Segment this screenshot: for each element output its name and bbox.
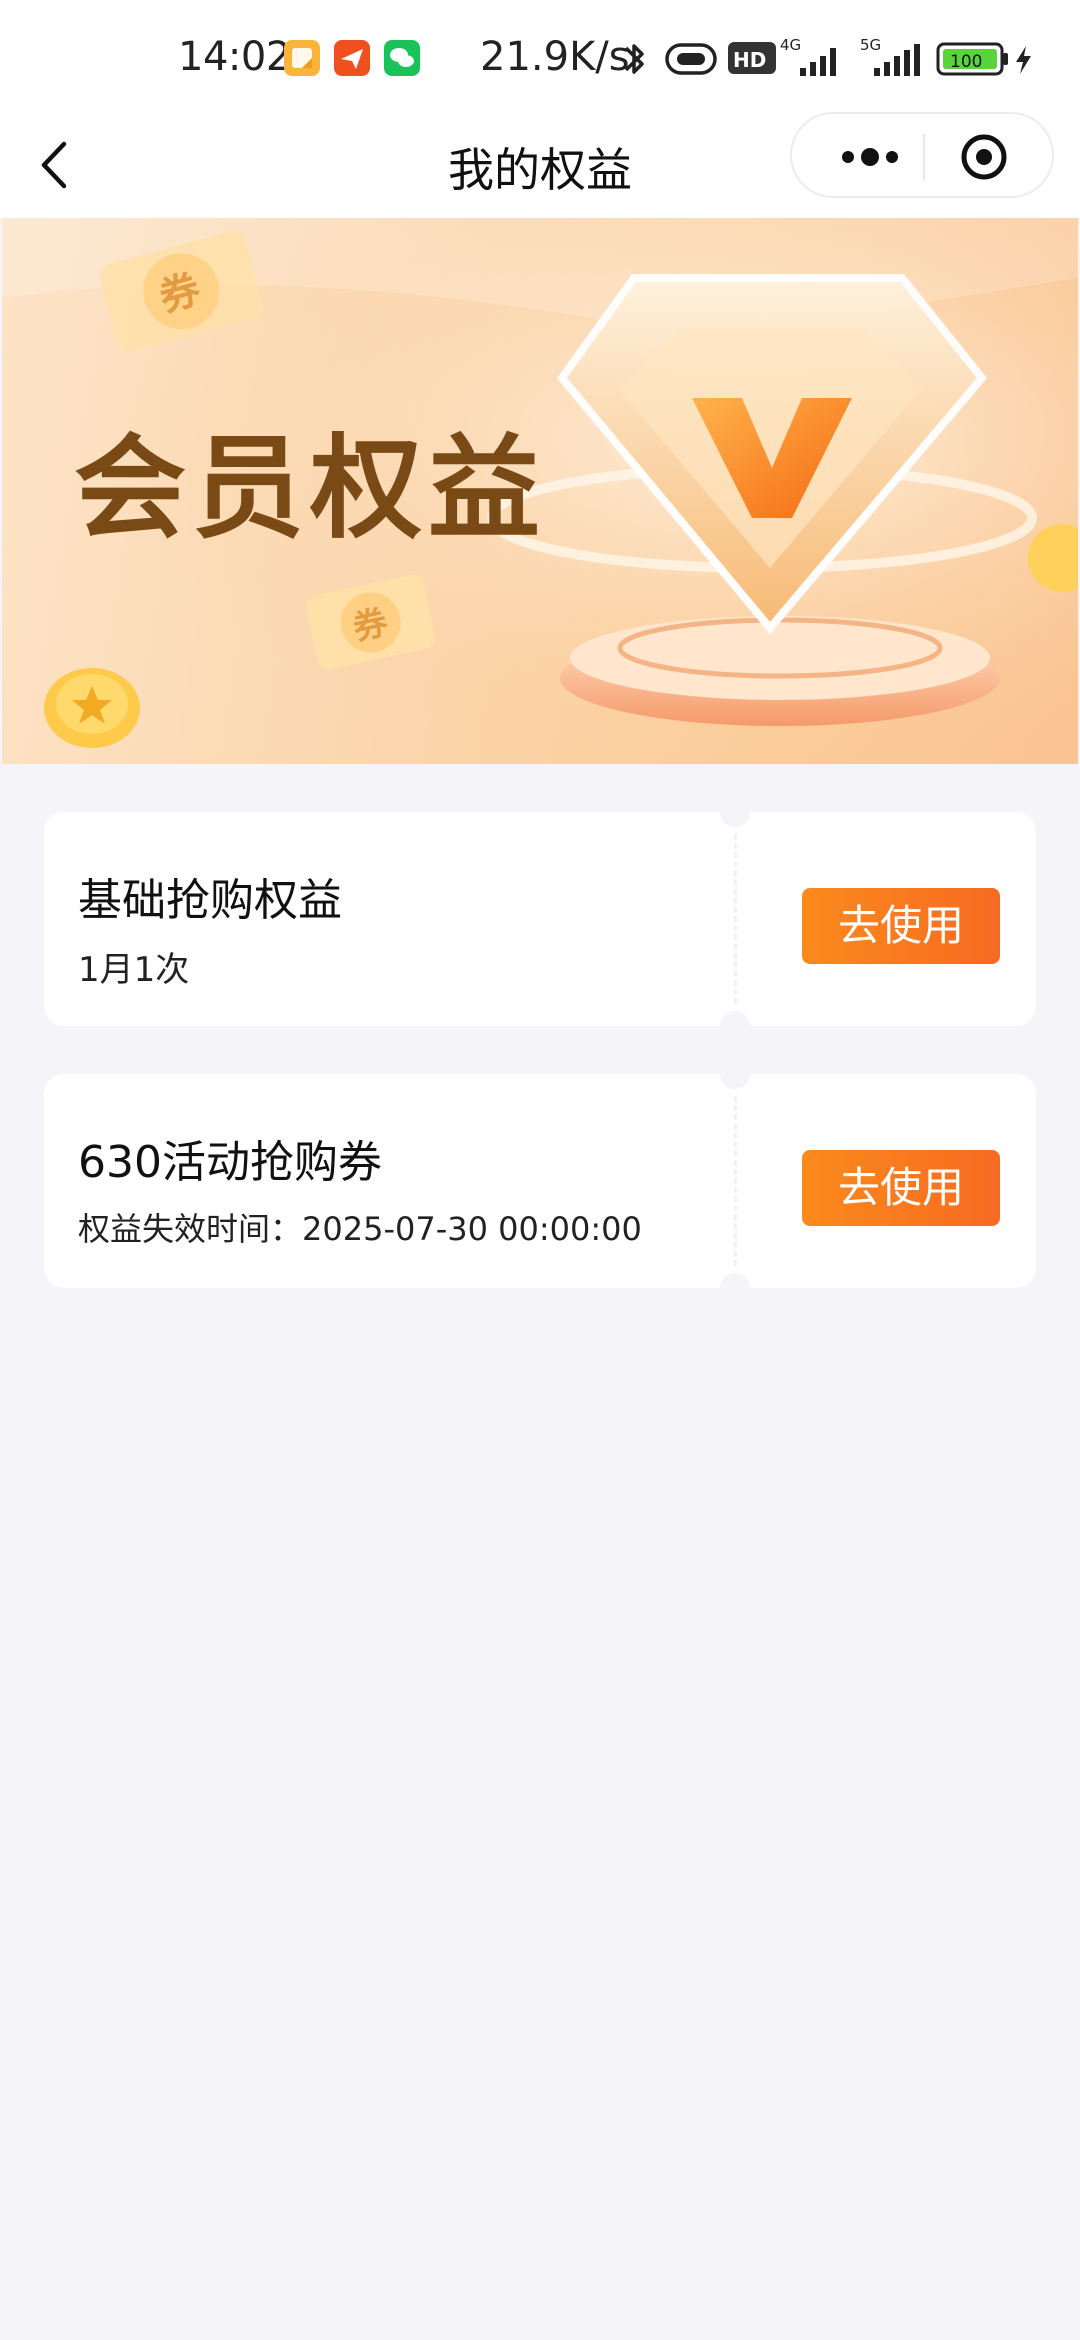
svg-text:5G: 5G [860, 36, 881, 54]
send-app-icon [334, 40, 370, 76]
vibrate-icon [664, 42, 718, 80]
status-time: 14:02 [178, 34, 291, 80]
target-close-icon[interactable] [950, 132, 1030, 182]
bluetooth-icon [616, 38, 652, 86]
benefit-title: 630活动抢购券 [78, 1137, 382, 1188]
card-notch [720, 1059, 750, 1089]
svg-text:100: 100 [950, 52, 982, 72]
navbar: 我的权益 [0, 112, 1080, 218]
benefit-card: 630活动抢购券 权益失效时间：2025-07-30 00:00:00 去使用 [44, 1059, 1036, 1303]
svg-text:4G: 4G [780, 36, 801, 54]
net-speed: 21.9K/s [480, 34, 630, 80]
card-divider [734, 834, 737, 1004]
member-benefits-banner: 券 券 会员权益 [2, 218, 1078, 764]
card-divider [734, 1096, 737, 1266]
charging-icon [1012, 44, 1034, 80]
menu-capsule [790, 112, 1054, 198]
more-dots-icon[interactable] [820, 132, 920, 182]
note-app-icon [284, 40, 320, 76]
benefit-subtitle: 1月1次 [78, 950, 190, 990]
card-notch [720, 1011, 750, 1041]
card-notch [720, 797, 750, 827]
banner-title: 会员权益 [74, 424, 546, 554]
card-notch [720, 1273, 750, 1303]
benefit-card: 基础抢购权益 1月1次 去使用 [44, 797, 1036, 1041]
status-bar: 14:02 21.9K/s HD 4G 5G 100 [0, 0, 1080, 112]
wechat-icon [384, 40, 420, 76]
benefit-expiry: 权益失效时间：2025-07-30 00:00:00 [78, 1210, 642, 1248]
use-benefit-button[interactable]: 去使用 [802, 888, 1000, 964]
battery-icon: 100 [936, 42, 1010, 80]
capsule-divider [923, 134, 925, 180]
use-benefit-button[interactable]: 去使用 [802, 1150, 1000, 1226]
benefit-title: 基础抢购权益 [78, 875, 342, 926]
signal-5g-icon: 5G [856, 36, 928, 84]
hd-icon: HD [728, 40, 776, 80]
signal-icon: 4G [780, 36, 844, 84]
svg-text:HD: HD [733, 48, 766, 72]
